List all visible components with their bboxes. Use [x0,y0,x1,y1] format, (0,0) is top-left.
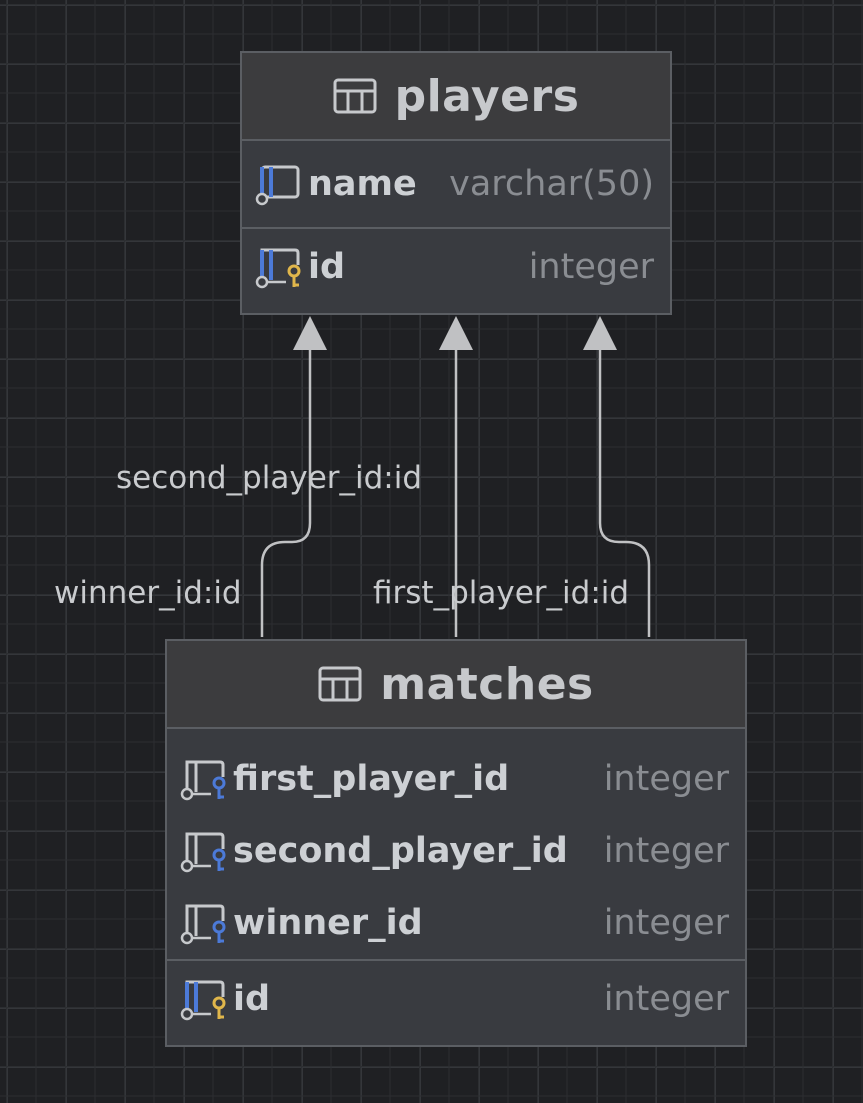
column-row-id[interactable]: id integer [167,961,745,1037]
edge-label-winner: winner_id:id [54,575,242,611]
column-row-winner-id[interactable]: winner_id integer [167,887,745,959]
arrowhead-left [293,316,327,350]
column-row-second-player-id[interactable]: second_player_id integer [167,815,745,887]
column-name: first_player_id [233,759,510,799]
table-players[interactable]: players name varchar(50) id integer [240,51,672,315]
foreign-key-column-icon [180,832,226,873]
column-name: id [308,247,346,287]
table-header-matches[interactable]: matches [167,641,745,729]
column-name: name [308,164,417,204]
column-name: id [233,979,271,1019]
column-type: integer [528,247,654,287]
column-icon [255,165,300,206]
edge-label-first-player: first_player_id:id [373,575,630,611]
primary-key-column-icon [255,248,301,289]
table-title: players [394,70,580,122]
edge-label-second-player: second_player_id:id [116,460,423,496]
arrowhead-right [583,316,617,350]
column-type: integer [603,759,729,799]
column-type: integer [603,903,729,943]
table-title: matches [380,658,594,710]
foreign-key-column-icon [180,904,226,945]
column-name: winner_id [233,903,423,943]
table-matches[interactable]: matches first_player_id integer second_p… [165,639,747,1047]
column-row-name[interactable]: name varchar(50) [242,141,670,227]
arrowhead-middle [439,316,473,350]
table-icon [333,78,377,114]
table-icon [318,666,362,702]
primary-key-column-icon [180,980,226,1021]
column-type: varchar(50) [449,164,654,204]
column-row-id[interactable]: id integer [242,229,670,305]
column-type: integer [603,979,729,1019]
column-name: second_player_id [233,831,568,871]
table-header-players[interactable]: players [242,53,670,141]
foreign-key-column-icon [180,760,226,801]
column-row-first-player-id[interactable]: first_player_id integer [167,743,745,815]
column-type: integer [603,831,729,871]
